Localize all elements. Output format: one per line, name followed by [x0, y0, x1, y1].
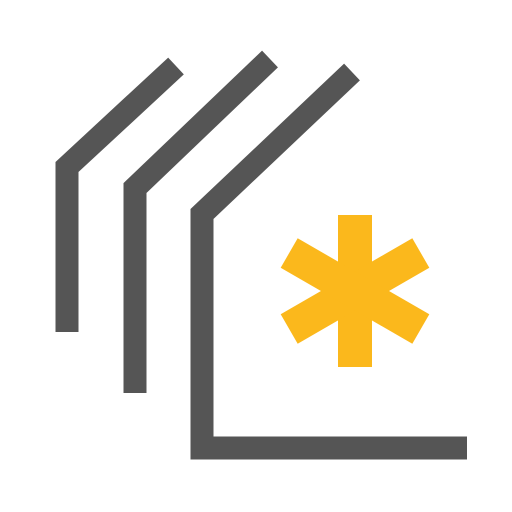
logo-canvas [0, 0, 512, 512]
house-asterisk-logo-icon [0, 0, 512, 512]
